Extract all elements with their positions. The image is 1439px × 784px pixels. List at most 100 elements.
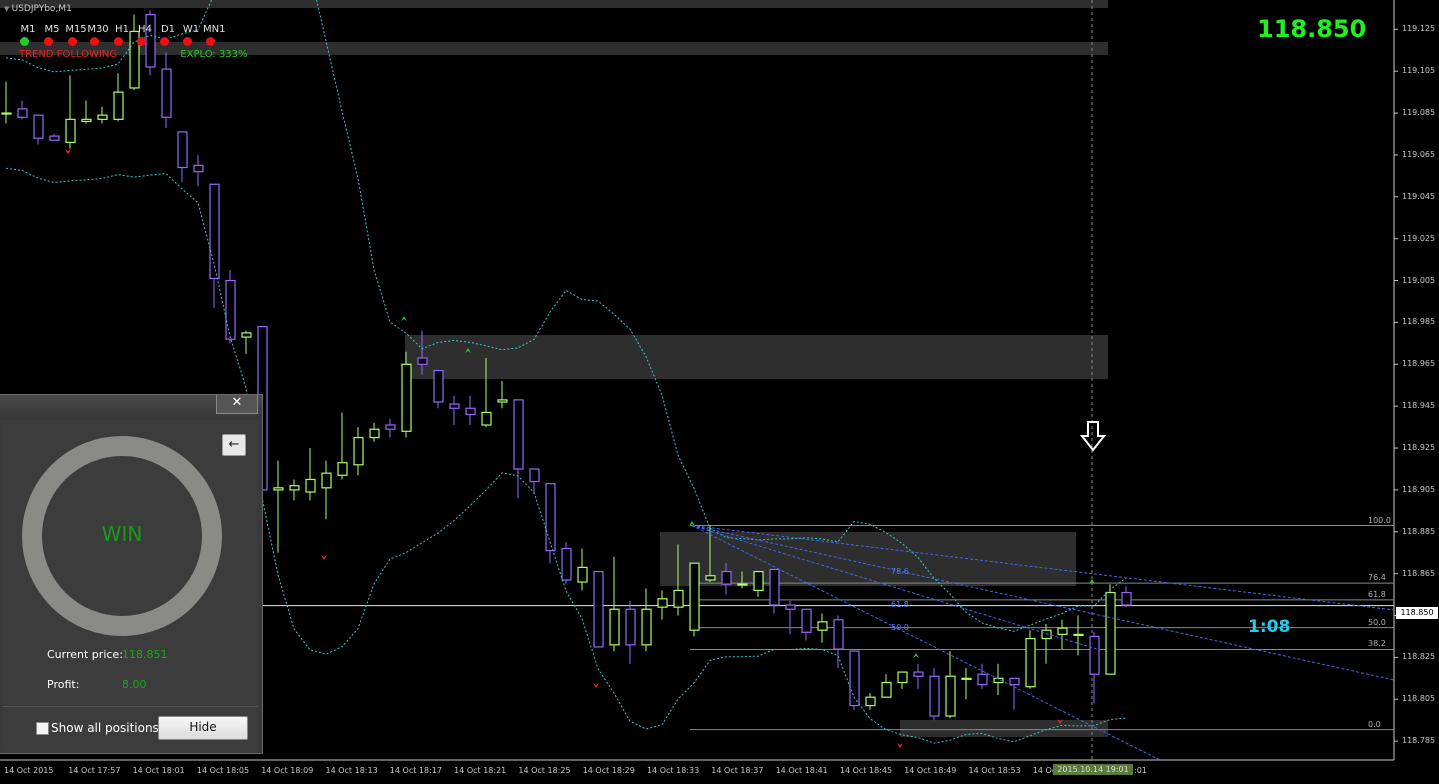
candle-body-30 xyxy=(481,411,492,426)
fib-level-label: 61.8 xyxy=(1368,589,1386,599)
timeframe-mn1[interactable]: MN1 xyxy=(203,24,225,46)
show-all-checkbox[interactable] xyxy=(36,722,49,735)
candle-body-38 xyxy=(609,608,620,646)
trend-dot-icon xyxy=(183,37,192,46)
time-cursor-label: 2015.10.14 19:01 xyxy=(1053,764,1133,775)
candle-body-51 xyxy=(817,621,828,631)
hide-button[interactable]: Hide xyxy=(158,716,248,740)
signal-arrow-7 xyxy=(593,683,599,688)
candle-body-44 xyxy=(705,575,716,581)
candle-body-54 xyxy=(865,696,876,707)
current-price-label: Current price: xyxy=(47,648,123,661)
timeframe-label: D1 xyxy=(160,24,176,35)
current-price-value: 118.851 xyxy=(122,648,168,661)
time-tick-label: 14 Oct 17:57 xyxy=(68,766,121,775)
timeframe-h4[interactable]: H4 xyxy=(134,24,156,46)
trend-dot-icon xyxy=(114,37,123,46)
candle-body-1 xyxy=(17,108,28,118)
explo-text: EXPLO: 333% xyxy=(180,49,248,60)
trend-status: TREND FOLLOWING EXPLO: 333% xyxy=(19,49,248,60)
timeframe-m1[interactable]: M1 xyxy=(17,24,39,46)
timeframe-m5[interactable]: M5 xyxy=(41,24,63,46)
price-tick-label: 118.865 xyxy=(1402,568,1436,578)
candle-body-63 xyxy=(1009,677,1020,686)
timeframe-m15[interactable]: M15 xyxy=(65,24,87,46)
candle-body-19 xyxy=(305,478,316,493)
timeframe-label: H4 xyxy=(138,24,152,35)
candle-body-61 xyxy=(977,673,988,686)
candle-body-7 xyxy=(113,91,124,120)
trend-dot-icon xyxy=(206,37,215,46)
candle-body-4 xyxy=(65,118,76,143)
candle-body-29 xyxy=(465,407,476,416)
timeframe-w1[interactable]: W1 xyxy=(180,24,202,46)
signal-arrow-5 xyxy=(65,149,71,154)
candle-body-56 xyxy=(897,671,908,684)
fib-inner-label: 61.8 xyxy=(891,600,909,609)
profit-value: 8.00 xyxy=(122,678,147,691)
candle-body-64 xyxy=(1025,637,1036,688)
candle-body-70 xyxy=(1121,591,1132,606)
candle-body-41 xyxy=(657,598,668,608)
price-tick-label: 118.985 xyxy=(1402,317,1436,327)
candle-body-47 xyxy=(753,570,764,592)
candle-body-24 xyxy=(385,424,396,430)
price-tick-label: 118.945 xyxy=(1402,401,1436,411)
timeframe-m30[interactable]: M30 xyxy=(87,24,109,46)
trend-dot-icon xyxy=(160,37,169,46)
timeframe-label: H1 xyxy=(115,24,129,35)
candle-body-25 xyxy=(401,363,412,432)
price-tick-label: 119.105 xyxy=(1402,66,1436,76)
trend-dot-icon xyxy=(68,37,77,46)
candle-body-69 xyxy=(1105,591,1116,675)
time-tick-label: 14 Oct 18:01 xyxy=(132,766,185,775)
price-tick-label: 118.925 xyxy=(1402,443,1436,453)
fib-level-label: 0.0 xyxy=(1368,719,1381,729)
close-button[interactable]: ✕ xyxy=(216,395,258,414)
candle-body-55 xyxy=(881,681,892,698)
candle-body-14 xyxy=(225,279,236,340)
price-tick-label: 119.065 xyxy=(1402,149,1436,159)
candle-body-22 xyxy=(353,436,364,466)
price-tick-label: 118.785 xyxy=(1402,736,1436,746)
chart-title: ▼ USDJPYbo,M1 xyxy=(4,4,72,14)
panel-divider xyxy=(3,706,258,707)
candle-body-3 xyxy=(49,135,60,141)
candle-body-17 xyxy=(273,487,284,491)
candle-body-0 xyxy=(1,112,12,115)
candle-body-15 xyxy=(241,332,252,338)
fib-inner-label: 50.0 xyxy=(891,623,909,632)
price-tick-label: 118.965 xyxy=(1402,359,1436,369)
timeframe-label: M15 xyxy=(65,24,87,35)
candle-body-58 xyxy=(929,675,940,717)
time-tick-label: 14 Oct 18:09 xyxy=(261,766,314,775)
time-tick-label: 14 Oct 18:37 xyxy=(711,766,764,775)
timeframe-d1[interactable]: D1 xyxy=(157,24,179,46)
fib-level-label: 100.0 xyxy=(1368,515,1391,525)
candle-body-66 xyxy=(1057,627,1068,635)
candle-body-60 xyxy=(961,677,972,680)
candle-body-34 xyxy=(545,483,556,552)
time-tick-label: 14 Oct 18:33 xyxy=(647,766,700,775)
signal-arrow-0 xyxy=(401,316,407,321)
candle-body-12 xyxy=(193,164,204,173)
candle-body-11 xyxy=(177,131,188,169)
price-tick-label: 119.045 xyxy=(1402,191,1436,201)
candle-body-10 xyxy=(161,68,172,118)
candle-body-2 xyxy=(33,114,44,139)
candle-body-59 xyxy=(945,675,956,717)
close-icon: ✕ xyxy=(231,395,243,410)
candle-body-45 xyxy=(721,570,732,585)
show-all-label: Show all positions xyxy=(51,721,159,735)
candle-body-50 xyxy=(801,608,812,633)
timeframe-label: M5 xyxy=(44,24,60,35)
time-tick-label: 14 Oct 18:13 xyxy=(325,766,378,775)
current-price-big: 118.850 xyxy=(1257,15,1367,43)
back-button[interactable]: ← xyxy=(222,434,246,456)
down-arrow-icon xyxy=(1079,420,1107,454)
price-tick-label: 118.825 xyxy=(1402,652,1436,662)
time-tick-label: 14 Oct 18:25 xyxy=(518,766,571,775)
time-tick-label: 14 Oct 2015 xyxy=(4,766,54,775)
timeframe-h1[interactable]: H1 xyxy=(111,24,133,46)
candle-body-49 xyxy=(785,604,796,610)
